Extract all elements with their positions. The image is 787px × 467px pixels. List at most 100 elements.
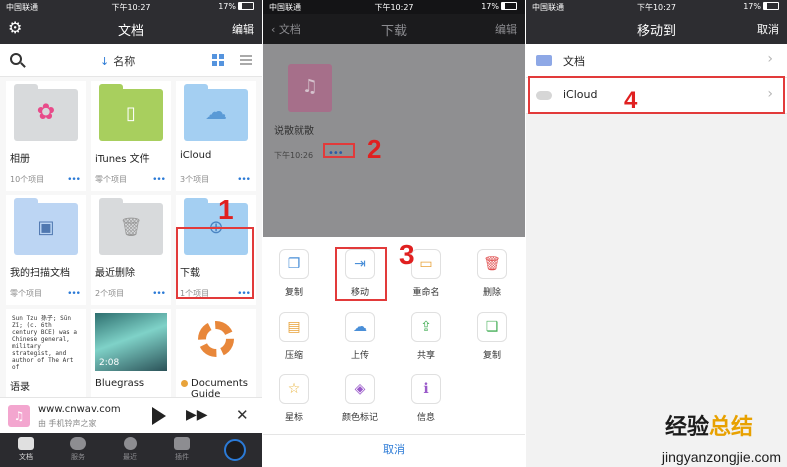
move-to-screen: 中国联通 下午10:27 17% 移动到 取消 文档 › iCloud › 4 …	[526, 0, 787, 467]
document-preview: Sun Tzu 孫子; Sūn Zǐ; (c. 6th century BCE)…	[12, 315, 78, 371]
usb-icon: ▯	[126, 103, 136, 124]
tile-count: 10个项目	[10, 175, 45, 184]
watermark-url: jingyanzongjie.com	[661, 449, 781, 465]
status-bar: 中国联通 下午10:27 17%	[526, 0, 787, 14]
battery-indicator: 17%	[481, 2, 517, 11]
media-subtitle: 由 手机铃声之家	[38, 419, 97, 428]
compass-icon[interactable]	[224, 439, 246, 461]
clock-icon	[123, 437, 137, 450]
flower-icon: ✿	[36, 100, 56, 125]
folder-icon: ▯	[99, 84, 163, 141]
play-icon[interactable]	[152, 407, 166, 425]
tab-documents[interactable]: 文档	[0, 437, 52, 462]
folder-photos[interactable]: ✿ 相册 10个项目 •••	[6, 81, 86, 191]
action-info[interactable]: ℹ 信息	[396, 374, 456, 423]
folder-icon: ✿	[14, 84, 78, 141]
more-icon[interactable]: •••	[67, 290, 81, 299]
action-upload[interactable]: ☁ 上传	[330, 312, 390, 361]
step-number-4: 4	[624, 87, 638, 114]
step-number-3: 3	[399, 239, 415, 270]
more-icon[interactable]: •••	[152, 290, 166, 299]
action-compress[interactable]: ▤ 压缩	[264, 312, 324, 361]
page-title: 移动到	[636, 24, 676, 39]
tile-name: iCloud	[180, 150, 212, 161]
file-grid: ✿ 相册 10个项目 ••• ▯ iTunes 文件 零个项目 ••• ☁ iC…	[0, 77, 262, 427]
sort-bar: ↓ 名称	[0, 44, 262, 77]
grid-view-icon[interactable]	[212, 54, 224, 66]
status-bar: 中国联通 下午10:27 17%	[263, 0, 525, 14]
folder-icon: 🗑	[99, 198, 163, 255]
tile-count: 3个项目	[180, 175, 210, 184]
folder-recently-deleted[interactable]: 🗑 最近删除 2个项目 •••	[91, 195, 171, 305]
tab-label: 服务	[71, 453, 85, 461]
orange-dot	[181, 380, 188, 387]
search-icon[interactable]	[10, 53, 22, 65]
page-title: 下载	[380, 24, 407, 39]
folder-itunes[interactable]: ▯ iTunes 文件 零个项目 •••	[91, 81, 171, 191]
tab-services[interactable]: 服务	[52, 437, 104, 462]
arrow-down-icon: ↓	[100, 55, 110, 68]
duplicate-icon: ❏	[485, 319, 499, 335]
sort-by-name-button[interactable]: ↓ 名称	[100, 53, 135, 69]
action-sheet: ❐ 复制 ⇥ 移动 ▭ 重命名 🗑 删除 ▤ 压缩 ☁ 上传 ⇪ 共享 ❏ 复制 ☆ 星标 ◈ 颜色…	[263, 237, 525, 467]
more-icon[interactable]: •••	[237, 176, 251, 185]
edit-button[interactable]: 编辑	[495, 21, 517, 37]
copy-icon: ❐	[287, 256, 301, 272]
page-title: 文档	[117, 24, 144, 39]
nav-bar: ⚙ 文档 编辑	[0, 14, 262, 44]
destination-name: 文档	[563, 55, 585, 68]
cancel-button[interactable]: 取消	[263, 434, 525, 467]
close-icon[interactable]: ✕	[236, 406, 249, 424]
action-label: 上传	[350, 351, 369, 361]
action-copy[interactable]: ❐ 复制	[264, 249, 324, 298]
tab-label: 插件	[175, 453, 189, 461]
info-icon: ℹ	[423, 381, 429, 397]
more-icon[interactable]: •••	[152, 176, 166, 185]
trash-icon: 🗑	[483, 256, 501, 272]
tab-plugins[interactable]: 插件	[156, 437, 208, 462]
dimmed-content: ♫ 说散就散 下午10:26 ••• 2	[263, 44, 525, 237]
tile-name: 最近删除	[95, 268, 135, 279]
action-duplicate[interactable]: ❏ 复制	[462, 312, 522, 361]
highlight-icloud	[528, 76, 785, 114]
step-number-1: 1	[218, 194, 234, 225]
action-label: 复制	[284, 288, 303, 298]
step-number-2: 2	[367, 134, 382, 164]
music-note-glyph: ♫	[301, 76, 319, 97]
cloud-upload-icon: ☁	[353, 319, 367, 335]
tile-count: 零个项目	[10, 289, 42, 298]
destination-documents[interactable]: 文档 ›	[526, 44, 787, 78]
nav-bar: 移动到 取消	[526, 14, 787, 44]
action-delete[interactable]: 🗑 删除	[462, 249, 522, 298]
highlight-move	[335, 247, 387, 301]
folder-icon	[536, 55, 552, 66]
chevron-right-icon: ›	[767, 51, 773, 67]
action-label: 删除	[482, 288, 501, 298]
action-star[interactable]: ☆ 星标	[264, 374, 324, 423]
action-color-tag[interactable]: ◈ 颜色标记	[330, 374, 390, 423]
scan-icon: ▣	[37, 217, 55, 238]
music-note-icon: ♫	[8, 405, 30, 427]
tab-label: 文档	[19, 453, 33, 461]
rename-icon: ▭	[419, 256, 433, 272]
edit-button[interactable]: 编辑	[232, 21, 254, 37]
folder-icon: ▣	[14, 198, 78, 255]
action-label: 星标	[284, 413, 303, 423]
action-label: 压缩	[284, 351, 303, 361]
folder-scans[interactable]: ▣ 我的扫描文档 零个项目 •••	[6, 195, 86, 305]
action-share[interactable]: ⇪ 共享	[396, 312, 456, 361]
folder-icloud[interactable]: ☁ iCloud 3个项目 •••	[176, 81, 256, 191]
fast-forward-icon[interactable]: ▶▶	[186, 407, 208, 423]
more-icon[interactable]: •••	[67, 176, 81, 185]
list-view-icon[interactable]	[240, 55, 252, 65]
share-icon: ⇪	[420, 319, 432, 335]
tab-label: 最近	[123, 453, 137, 461]
cloud-icon	[70, 437, 86, 450]
documents-screen: 中国联通 下午10:27 17% ⚙ 文档 编辑 ↓ 名称 ✿ 相册 10个项目 …	[0, 0, 262, 467]
tile-name: Bluegrass	[95, 378, 145, 389]
battery-indicator: 17%	[218, 2, 254, 11]
folder-icon	[18, 437, 34, 450]
archive-icon: ▤	[287, 319, 301, 335]
tab-recent[interactable]: 最近	[104, 437, 156, 462]
cancel-button[interactable]: 取消	[757, 21, 779, 37]
